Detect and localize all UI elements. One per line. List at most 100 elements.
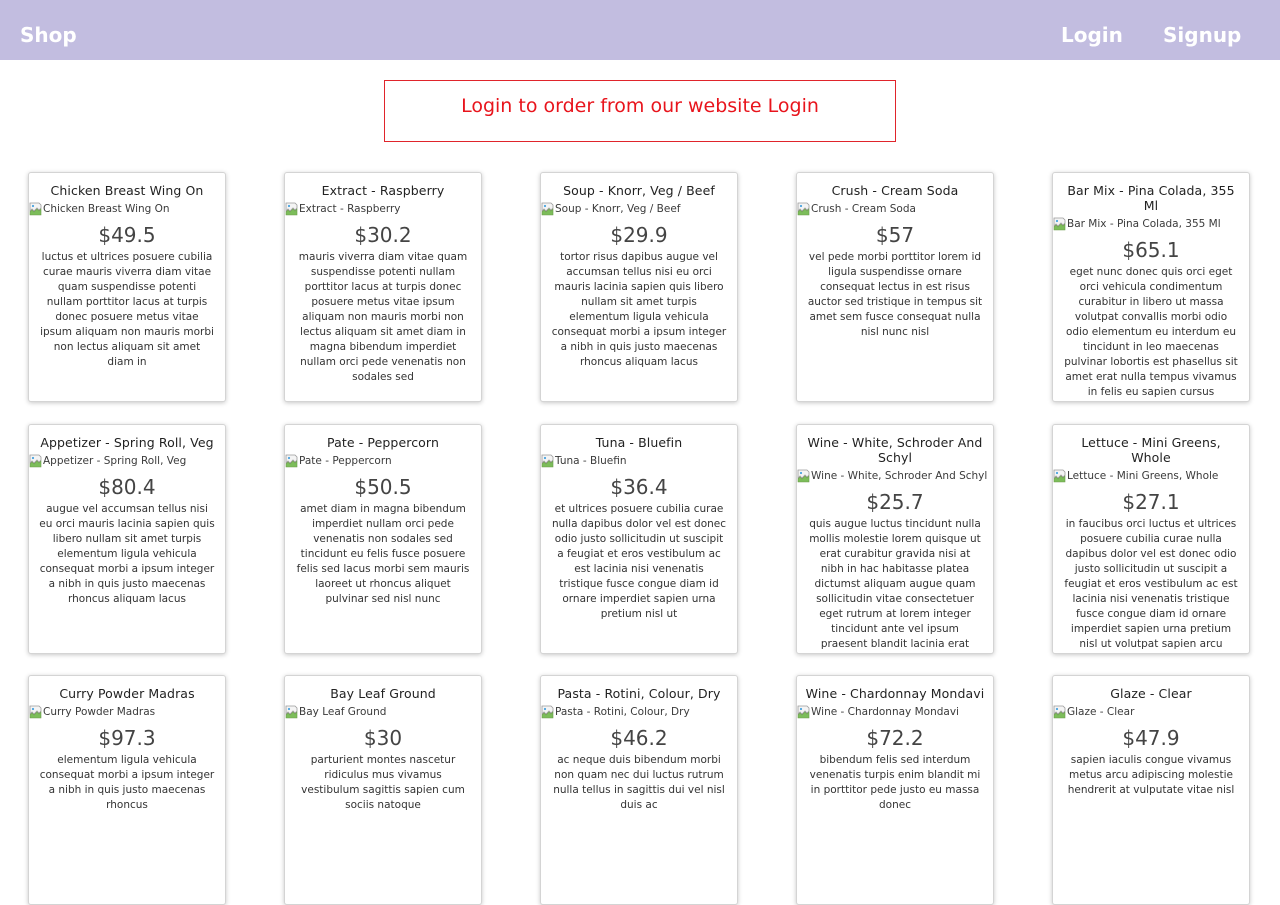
product-name: Crush - Cream Soda (831, 183, 959, 198)
product-name: Chicken Breast Wing On (50, 183, 204, 198)
product-image: Appetizer - Spring Roll, Veg (29, 454, 225, 468)
product-description: eget nunc donec quis orci eget orci vehi… (1064, 266, 1238, 398)
product-name: Bay Leaf Ground (330, 686, 436, 701)
product-image: Bar Mix - Pina Colada, 355 Ml (1053, 217, 1249, 231)
product-name: Curry Powder Madras (59, 686, 195, 701)
product-image: Chicken Breast Wing On (29, 202, 225, 216)
product-image: Glaze - Clear (1053, 705, 1249, 719)
product-name: Soup - Knorr, Veg / Beef (563, 183, 715, 198)
product-price: $65.1 (1122, 238, 1180, 262)
broken-image-icon (797, 705, 810, 719)
product-card[interactable]: Crush - Cream Soda Crush - Cream Soda $5… (796, 172, 994, 402)
product-price: $50.5 (354, 475, 412, 499)
broken-image-icon (285, 202, 298, 216)
signup-link[interactable]: Signup (1163, 0, 1241, 60)
product-image-alt: Glaze - Clear (1067, 706, 1135, 718)
product-price: $30 (363, 726, 403, 750)
product-name: Lettuce - Mini Greens, Whole (1081, 435, 1221, 465)
product-image-alt: Curry Powder Madras (43, 706, 156, 718)
product-card[interactable]: Tuna - Bluefin Tuna - Bluefin $36.4 et u… (540, 424, 738, 654)
product-image-alt: Crush - Cream Soda (811, 203, 916, 215)
broken-image-icon (29, 705, 42, 719)
product-name: Glaze - Clear (1110, 686, 1192, 701)
product-description: parturient montes nascetur ridiculus mus… (301, 754, 465, 811)
product-name: Extract - Raspberry (321, 183, 445, 198)
broken-image-icon (541, 454, 554, 468)
product-image: Wine - White, Schroder And Schyl (797, 469, 993, 483)
product-image-alt: Appetizer - Spring Roll, Veg (43, 455, 187, 467)
broken-image-icon (797, 469, 810, 483)
product-description: ac neque duis bibendum morbi non quam ne… (553, 754, 725, 811)
product-price: $46.2 (610, 726, 668, 750)
product-price: $30.2 (354, 223, 412, 247)
product-image-alt: Soup - Knorr, Veg / Beef (555, 203, 681, 215)
product-price: $29.9 (610, 223, 668, 247)
product-price: $25.7 (866, 490, 924, 514)
product-image-alt: Extract - Raspberry (299, 203, 401, 215)
product-image: Soup - Knorr, Veg / Beef (541, 202, 737, 216)
product-image-alt: Pasta - Rotini, Colour, Dry (555, 706, 690, 718)
product-price: $36.4 (610, 475, 668, 499)
product-card[interactable]: Appetizer - Spring Roll, Veg Appetizer -… (28, 424, 226, 654)
product-name: Pasta - Rotini, Colour, Dry (557, 686, 721, 701)
login-alert: Login to order from our website Login (384, 80, 896, 142)
product-description: mauris viverra diam vitae quam suspendis… (298, 251, 468, 383)
product-description: elementum ligula vehicula consequat morb… (39, 754, 215, 811)
product-card[interactable]: Wine - Chardonnay Mondavi Wine - Chardon… (796, 675, 994, 905)
product-card[interactable]: Glaze - Clear Glaze - Clear $47.9 sapien… (1052, 675, 1250, 905)
product-name: Appetizer - Spring Roll, Veg (40, 435, 214, 450)
product-description: bibendum felis sed interdum venenatis tu… (809, 754, 981, 811)
product-price: $80.4 (98, 475, 156, 499)
product-image: Curry Powder Madras (29, 705, 225, 719)
broken-image-icon (29, 454, 42, 468)
product-card[interactable]: Extract - Raspberry Extract - Raspberry … (284, 172, 482, 402)
broken-image-icon (285, 705, 298, 719)
product-image-alt: Bar Mix - Pina Colada, 355 Ml (1067, 218, 1221, 230)
product-image: Crush - Cream Soda (797, 202, 993, 216)
product-price: $47.9 (1122, 726, 1180, 750)
product-card[interactable]: Chicken Breast Wing On Chicken Breast Wi… (28, 172, 226, 402)
product-image-alt: Wine - White, Schroder And Schyl (811, 470, 988, 482)
product-image: Lettuce - Mini Greens, Whole (1053, 469, 1249, 483)
product-card[interactable]: Curry Powder Madras Curry Powder Madras … (28, 675, 226, 905)
product-card[interactable]: Pate - Peppercorn Pate - Peppercorn $50.… (284, 424, 482, 654)
broken-image-icon (541, 202, 554, 216)
product-image: Bay Leaf Ground (285, 705, 481, 719)
product-price: $97.3 (98, 726, 156, 750)
product-card[interactable]: Pasta - Rotini, Colour, Dry Pasta - Roti… (540, 675, 738, 905)
broken-image-icon (1053, 705, 1066, 719)
navbar: Shop Login Signup (0, 0, 1280, 60)
product-description: luctus et ultrices posuere cubilia curae… (40, 251, 214, 368)
product-name: Pate - Peppercorn (327, 435, 439, 450)
product-price: $72.2 (866, 726, 924, 750)
product-description: augue vel accumsan tellus nisi eu orci m… (39, 503, 215, 605)
product-description: amet diam in magna bibendum imperdiet nu… (296, 503, 470, 605)
product-description: quis augue luctus tincidunt nulla mollis… (809, 518, 981, 650)
product-image-alt: Chicken Breast Wing On (43, 203, 170, 215)
product-image-alt: Bay Leaf Ground (299, 706, 387, 718)
product-image: Extract - Raspberry (285, 202, 481, 216)
login-link[interactable]: Login (1061, 0, 1123, 60)
broken-image-icon (1053, 469, 1066, 483)
product-description: in faucibus orci luctus et ultrices posu… (1064, 518, 1238, 650)
broken-image-icon (1053, 217, 1066, 231)
broken-image-icon (797, 202, 810, 216)
product-description: vel pede morbi porttitor lorem id ligula… (807, 251, 983, 338)
product-name: Bar Mix - Pina Colada, 355 Ml (1067, 183, 1235, 213)
product-card[interactable]: Soup - Knorr, Veg / Beef Soup - Knorr, V… (540, 172, 738, 402)
product-card[interactable]: Bay Leaf Ground Bay Leaf Ground $30 part… (284, 675, 482, 905)
product-name: Wine - Chardonnay Mondavi (805, 686, 985, 701)
login-alert-text[interactable]: Login to order from our website Login (461, 95, 819, 117)
product-card[interactable]: Lettuce - Mini Greens, Whole Lettuce - M… (1052, 424, 1250, 654)
product-card[interactable]: Wine - White, Schroder And Schyl Wine - … (796, 424, 994, 654)
broken-image-icon (29, 202, 42, 216)
product-image-alt: Lettuce - Mini Greens, Whole (1067, 470, 1219, 482)
product-image-alt: Wine - Chardonnay Mondavi (811, 706, 959, 718)
brand-link[interactable]: Shop (20, 0, 77, 60)
product-card[interactable]: Bar Mix - Pina Colada, 355 Ml Bar Mix - … (1052, 172, 1250, 402)
product-image-alt: Tuna - Bluefin (555, 455, 627, 467)
product-description: sapien iaculis congue vivamus metus arcu… (1067, 754, 1235, 796)
product-image: Tuna - Bluefin (541, 454, 737, 468)
product-image: Pate - Peppercorn (285, 454, 481, 468)
product-name: Tuna - Bluefin (595, 435, 683, 450)
